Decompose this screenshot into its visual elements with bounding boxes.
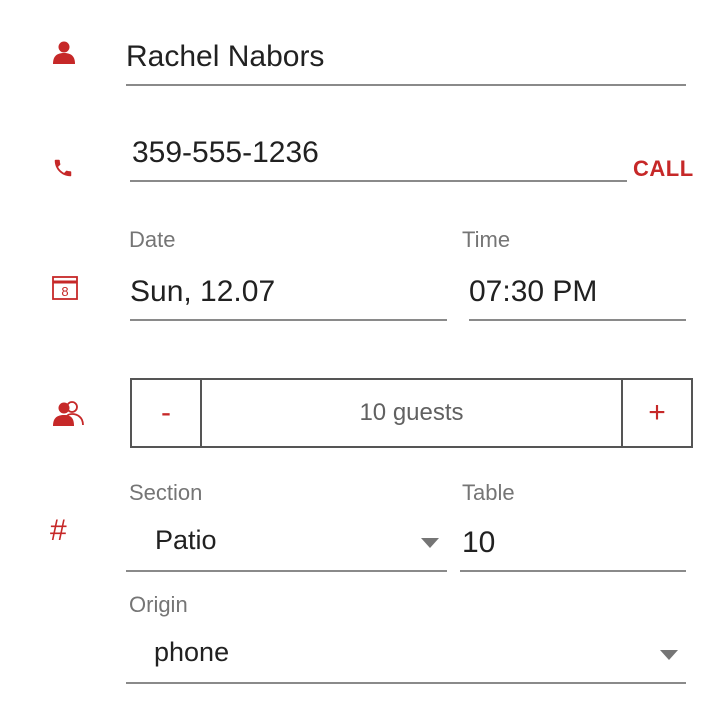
section-select[interactable]: Patio [126,515,447,572]
phone-field[interactable]: 359-555-1236 [130,128,627,182]
table-field[interactable]: 10 [460,515,686,572]
increment-guests-button[interactable]: + [621,380,691,446]
section-value: Patio [155,525,217,555]
decrement-guests-button[interactable]: - [132,380,202,446]
date-field[interactable]: Sun, 12.07 [130,266,447,321]
name-value: Rachel Nabors [126,40,325,73]
origin-select[interactable]: phone [126,627,686,684]
phone-icon [52,157,74,179]
time-value: 07:30 PM [469,275,598,308]
date-label: Date [129,227,176,252]
person-icon [52,40,76,64]
date-value: Sun, 12.07 [130,275,276,308]
section-label: Section [129,480,203,505]
people-icon [52,400,84,426]
origin-value: phone [154,637,230,667]
table-value: 10 [462,526,496,559]
calendar-day-text: 8 [61,284,68,299]
name-field[interactable]: Rachel Nabors [126,30,686,86]
guest-stepper[interactable]: - 10 guests + [130,378,693,448]
time-label: Time [462,227,511,252]
guest-count-value: 10 guests [359,399,464,426]
calendar-icon: 8 [52,275,78,301]
time-field[interactable]: 07:30 PM [469,266,686,321]
caret-down-icon [421,538,439,548]
phone-value: 359-555-1236 [132,136,319,169]
table-label: Table [462,480,515,505]
hash-icon: # [50,514,67,547]
caret-down-icon [660,650,678,660]
origin-label: Origin [129,592,188,617]
call-button[interactable]: CALL [633,156,694,182]
